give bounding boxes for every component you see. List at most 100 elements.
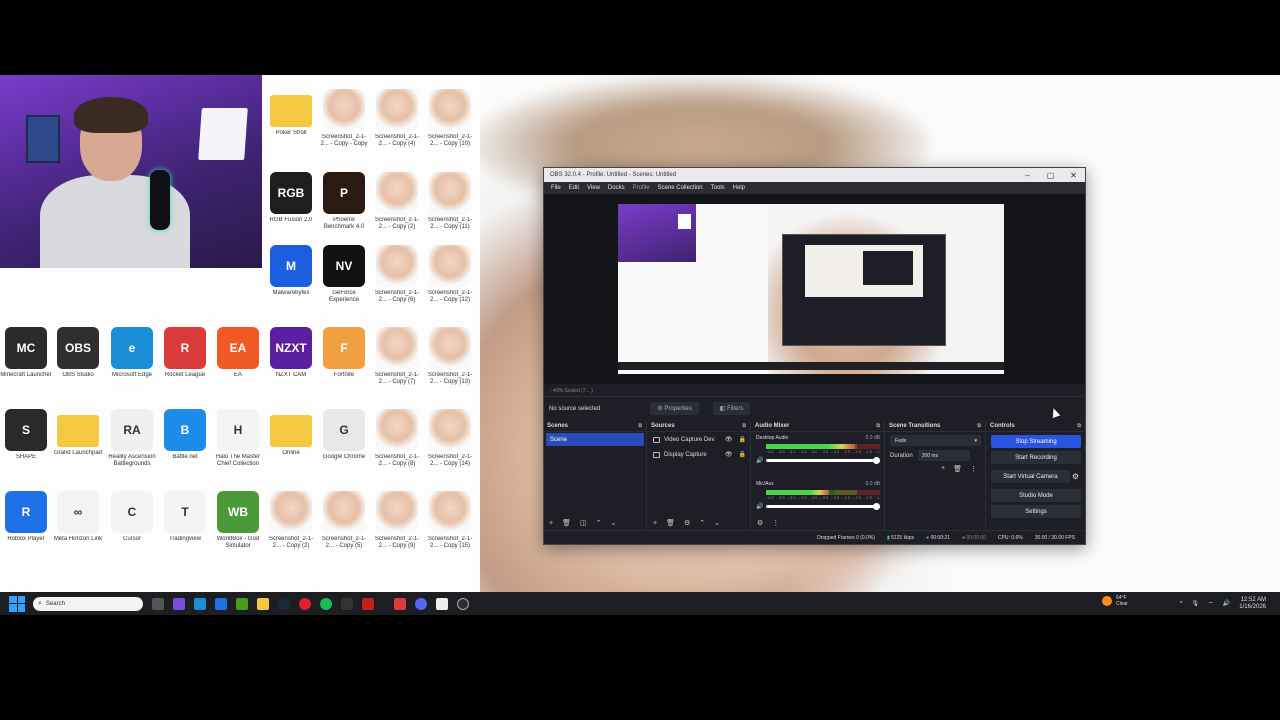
desktop-icon[interactable]: Screenshot_2-1-2... - Copy (12) [424, 243, 476, 319]
properties-button[interactable]: ⚙ Properties [650, 402, 699, 415]
volume-icon[interactable]: 🔊 [1223, 600, 1230, 607]
desktop-icon[interactable]: C Cursor [106, 489, 158, 565]
desktop-icon[interactable]: EA EA [212, 325, 264, 401]
menu-help[interactable]: Help [729, 185, 749, 191]
remove-transition-icon[interactable]: 🗑 [953, 465, 962, 473]
filters-button[interactable]: ◧ Filters [712, 402, 751, 415]
mixer-menu-icon[interactable]: ⋮ [772, 519, 779, 527]
desktop-icon[interactable]: MC Minecraft Launcher [0, 325, 52, 401]
preview-canvas[interactable] [618, 204, 1004, 374]
desktop-icon[interactable]: F Fortnite [318, 325, 370, 401]
desktop-icon[interactable]: ∞ Meta Horizon Link [52, 489, 104, 565]
source-properties-icon[interactable]: ⚙ [684, 519, 690, 527]
desktop-icon[interactable]: Screenshot_2-1-2... - Copy (9) [371, 489, 423, 565]
clock[interactable]: 12:52 AM 1/16/2026 [1239, 597, 1266, 611]
start-recording-button[interactable]: Start Recording [991, 451, 1081, 464]
desktop-icon[interactable]: Online [265, 407, 317, 483]
edge-icon[interactable] [194, 597, 206, 610]
scene-item[interactable]: Scene [546, 433, 644, 446]
volume-slider[interactable] [766, 502, 880, 510]
file-icon[interactable] [436, 597, 448, 610]
desktop-icon[interactable]: OBS OBS Studio [52, 325, 104, 401]
source-item-display-capture[interactable]: Display Capture 👁 🔒 [648, 447, 750, 462]
desktop-icon[interactable]: Screenshot_2-1-2... - Copy - Copy [318, 87, 370, 163]
obs-window[interactable]: OBS 32.0.4 - Profile: Untitled - Scenes:… [543, 167, 1086, 545]
nvidia-icon[interactable] [236, 597, 248, 610]
move-up-icon[interactable]: ⌃ [699, 519, 705, 527]
desktop-icon[interactable]: Screenshot_2-1-2... - Copy (15) [424, 489, 476, 565]
taskbar-search[interactable]: ⌕ Search [33, 596, 143, 611]
maximize-icon[interactable]: ▢ [1039, 171, 1062, 180]
speaker-icon[interactable]: 🔊 [756, 503, 766, 510]
speaker-icon[interactable]: 🔊 [756, 457, 766, 464]
menu-tools[interactable]: Tools [707, 185, 729, 191]
desktop-icon[interactable]: Screenshot_2-1-2... - Copy (7) [371, 325, 423, 401]
lock-icon[interactable]: 🔒 [739, 436, 746, 443]
stop-streaming-button[interactable]: Stop Streaming [991, 435, 1081, 448]
scene-filters-icon[interactable]: ◫ [580, 519, 587, 527]
move-down-icon[interactable]: ⌄ [610, 519, 616, 527]
desktop-icon[interactable]: T Tradingview [159, 489, 211, 565]
desktop-icon[interactable]: R Rocket League [159, 325, 211, 401]
duration-input[interactable]: 300 ms [917, 450, 970, 461]
chevron-up-icon[interactable]: ^ [1180, 601, 1183, 607]
menu-view[interactable]: View [583, 185, 604, 191]
settings-button[interactable]: Settings [991, 505, 1081, 518]
obs-taskbar-icon[interactable] [457, 597, 469, 610]
minimize-icon[interactable]: – [1016, 171, 1039, 180]
dock-undock-icon[interactable]: ⧉ [1077, 423, 1081, 429]
move-up-icon[interactable]: ⌃ [596, 519, 602, 527]
microphone-icon[interactable]: 🎙 [1192, 600, 1200, 607]
desktop-icon[interactable]: e Microsoft Edge [106, 325, 158, 401]
desktop-icon[interactable]: Grand Launchpad [52, 407, 104, 483]
desktop-icon[interactable]: NV GeForce Experience [318, 243, 370, 319]
desktop-icon[interactable]: RGB RGB Fusion 2.0 [265, 170, 317, 246]
obs-titlebar[interactable]: OBS 32.0.4 - Profile: Untitled - Scenes:… [544, 168, 1085, 182]
desktop-icon[interactable]: WB WorldBox - God Simulator [212, 489, 264, 565]
source-item-video-capture[interactable]: Video Capture Dev 👁 🔒 [648, 432, 750, 447]
task-view-icon[interactable] [152, 597, 164, 610]
desktop-icon[interactable]: Screenshot_2-1-2... - Copy (13) [424, 325, 476, 401]
studio-mode-button[interactable]: Studio Mode [991, 489, 1081, 502]
windows-start-icon[interactable] [9, 595, 25, 612]
desktop-icon[interactable]: Screenshot_2-1-2... - Copy (2) [371, 170, 423, 246]
dock-undock-icon[interactable]: ⧉ [876, 423, 880, 429]
transition-menu-icon[interactable]: ⋮ [970, 465, 977, 473]
dock-undock-icon[interactable]: ⧉ [977, 423, 981, 429]
start-virtual-camera-button[interactable]: Start Virtual Camera [991, 470, 1070, 483]
desktop-icon[interactable]: P Phoenix Benchmark 4.0 [318, 170, 370, 246]
move-down-icon[interactable]: ⌄ [714, 519, 720, 527]
media-icon[interactable] [341, 597, 353, 610]
desktop-icon[interactable]: Screenshot_2-1-2... - Copy (6) [371, 243, 423, 319]
desktop-icon[interactable]: Poker Stroll [265, 87, 317, 163]
network-icon[interactable]: ⌔ [1208, 600, 1214, 608]
transition-select[interactable]: Fade ▾ [890, 435, 981, 446]
remove-source-icon[interactable]: 🗑 [666, 519, 675, 527]
rocket-league-icon[interactable] [394, 597, 406, 610]
store-icon[interactable] [215, 597, 227, 610]
discord-icon[interactable] [415, 597, 427, 610]
app-red-icon[interactable] [362, 597, 374, 610]
menu-edit[interactable]: Edit [565, 185, 583, 191]
menu-docks[interactable]: Docks [604, 185, 629, 191]
desktop-icon[interactable]: NZXT NZXT CAM [265, 325, 317, 401]
menu-scene-collection[interactable]: Scene Collection [654, 185, 707, 191]
weather-widget[interactable]: 64°F Clear [1102, 595, 1128, 607]
menu-file[interactable]: File [547, 185, 565, 191]
dock-undock-icon[interactable]: ⧉ [638, 423, 642, 429]
desktop-icon[interactable]: G Google Chrome [318, 407, 370, 483]
desktop-icon[interactable]: Screenshot_2-1-2... - Copy (5) [318, 489, 370, 565]
desktop-icon[interactable]: Screenshot_2-1-2... - Copy (4) [371, 87, 423, 163]
menu-profile[interactable]: Profile [629, 185, 654, 191]
add-transition-icon[interactable]: + [941, 465, 945, 473]
close-icon[interactable]: ✕ [1062, 171, 1085, 180]
desktop-icon[interactable]: Screenshot_2-1-2... - Copy (8) [371, 407, 423, 483]
desktop-icon[interactable]: B Battle.net [159, 407, 211, 483]
add-source-icon[interactable]: + [653, 520, 657, 527]
desktop-icon[interactable]: Screenshot_2-1-2... - Copy (2) [265, 489, 317, 565]
gear-icon[interactable]: ⚙ [1072, 472, 1079, 481]
preview-area[interactable] [544, 194, 1085, 384]
desktop-icon[interactable]: S SHAPE [0, 407, 52, 483]
desktop-icon[interactable]: R Roblox Player [0, 489, 52, 565]
steam-icon[interactable] [278, 597, 290, 610]
